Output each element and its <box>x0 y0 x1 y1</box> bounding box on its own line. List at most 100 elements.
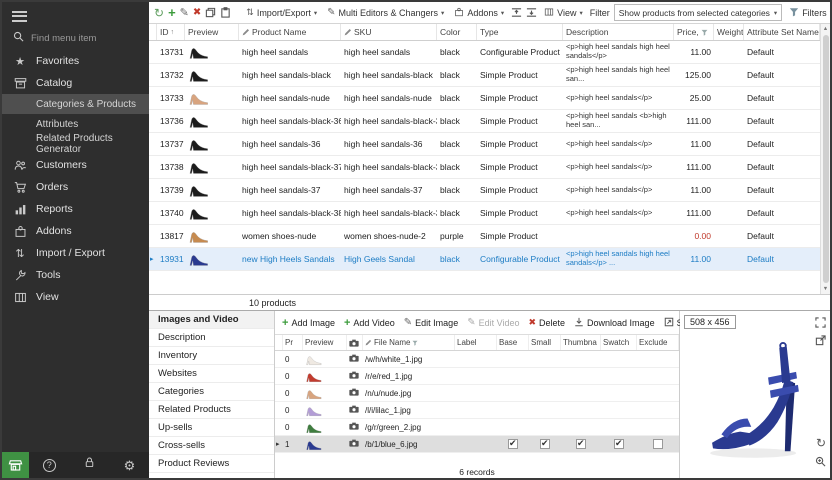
image-row[interactable]: ▸ 0 /g/r/green_2.jpg <box>275 419 679 436</box>
edit-video-button[interactable]: ✎ Edit Video <box>467 317 519 328</box>
sidebar-item-catalog[interactable]: Catalog <box>2 72 149 94</box>
detail-tab[interactable]: Product Reviews <box>149 455 274 473</box>
refresh-icon[interactable]: ↻ <box>154 6 164 20</box>
filters-button[interactable]: Filters ▾ <box>786 6 832 20</box>
detail-tab[interactable]: Description <box>149 329 274 347</box>
detail-tab[interactable]: Images and Video <box>149 311 274 329</box>
swatch-checkbox[interactable] <box>601 439 637 449</box>
detail-tab[interactable]: Related Products <box>149 401 274 419</box>
product-row[interactable]: ▸ 13731 high heel sandals high heel sand… <box>149 41 820 64</box>
header-color[interactable]: Color <box>437 24 477 40</box>
view-button[interactable]: View ▾ <box>541 6 586 20</box>
product-row[interactable]: ▸ 13732 high heel sandals-black high hee… <box>149 64 820 87</box>
header-exclude[interactable]: Exclude <box>637 335 679 350</box>
import-export-button[interactable]: ⇅ Import/Export ▾ <box>243 6 320 19</box>
header-camera[interactable] <box>347 335 363 350</box>
sidebar-search[interactable]: Find menu item <box>2 26 149 50</box>
sidebar-item-categories-products[interactable]: Categories & Products <box>2 94 149 114</box>
header-type[interactable]: Type <box>477 24 563 40</box>
scroll-down-icon[interactable]: ▼ <box>823 284 828 294</box>
rotate-icon[interactable]: ↻ <box>816 436 826 450</box>
edit-icon[interactable]: ✎ <box>180 6 189 19</box>
delete-image-button[interactable]: ✖ Delete <box>528 317 565 328</box>
product-row[interactable]: ▸ 13931 new High Heels Sandals High Geel… <box>149 248 820 271</box>
sidebar-item-favorites[interactable]: ★ Favorites <box>2 50 149 72</box>
image-row[interactable]: ▸ 0 /r/e/red_1.jpg <box>275 368 679 385</box>
image-row[interactable]: ▸ 1 /b/1/blue_6.jpg <box>275 436 679 453</box>
detail-tab[interactable]: Websites <box>149 365 274 383</box>
sidebar-item-orders[interactable]: Orders <box>2 176 149 198</box>
category-filter-select[interactable]: Show products from selected categories ▾ <box>614 4 782 21</box>
store-icon[interactable] <box>2 452 29 478</box>
add-image-button[interactable]: + Add Image <box>282 317 335 329</box>
zoom-icon[interactable] <box>815 454 826 472</box>
edit-image-button[interactable]: ✎ Edit Image <box>404 317 458 328</box>
help-icon[interactable]: ? <box>43 459 56 472</box>
base-checkbox[interactable] <box>497 439 529 449</box>
header-attribute-set[interactable]: Attribute Set Name <box>744 24 820 40</box>
sidebar-item-tools[interactable]: Tools <box>2 264 149 286</box>
copy-icon[interactable] <box>205 7 216 18</box>
header-weight[interactable]: Weight <box>714 24 744 40</box>
sidebar-item-reports[interactable]: Reports <box>2 198 149 220</box>
product-row[interactable]: ▸ 13733 high heel sandals-nude high heel… <box>149 87 820 110</box>
image-row[interactable]: ▸ 0 /n/u/nude.jpg <box>275 385 679 402</box>
product-row[interactable]: ▸ 13736 high heel sandals-black-36 high … <box>149 110 820 133</box>
cell-color: black <box>437 208 477 218</box>
scroll-up-icon[interactable]: ▲ <box>823 24 828 34</box>
product-row[interactable]: ▸ 13738 high heel sandals-black-37 high … <box>149 156 820 179</box>
detail-tab[interactable]: Categories <box>149 383 274 401</box>
exclude-checkbox[interactable] <box>637 439 679 449</box>
product-row[interactable]: ▸ 13737 high heel sandals-36 high heel s… <box>149 133 820 156</box>
header-small[interactable]: Small <box>529 335 561 350</box>
top-toolbar: ↻ + ✎ ✖ ⇅ Import/Export ▾ ✎ Multi Editor… <box>149 2 830 24</box>
sidebar-item-customers[interactable]: Customers <box>2 154 149 176</box>
sidebar-item-attributes[interactable]: Attributes <box>2 114 149 134</box>
header-base[interactable]: Base <box>497 335 529 350</box>
header-sku[interactable]: SKU <box>341 24 437 40</box>
detail-tab[interactable]: Up-sells <box>149 419 274 437</box>
shoe-image <box>188 113 210 129</box>
header-id[interactable]: ID↑ <box>157 24 185 40</box>
menu-icon[interactable] <box>2 2 149 26</box>
multi-editors-button[interactable]: ✎ Multi Editors & Changers ▾ <box>324 6 447 19</box>
image-row[interactable]: ▸ 0 /w/h/white_1.jpg <box>275 351 679 368</box>
image-row[interactable]: ▸ 0 /l/i/lilac_1.jpg <box>275 402 679 419</box>
small-checkbox[interactable] <box>529 439 561 449</box>
sidebar-item-import-export[interactable]: ⇅ Import / Export <box>2 242 149 264</box>
header-price[interactable]: Price, <box>674 24 714 40</box>
paste-icon[interactable] <box>220 7 231 18</box>
header-preview[interactable]: Preview <box>303 335 347 350</box>
lock-icon[interactable] <box>83 456 96 474</box>
header-swatch[interactable]: Swatch <box>601 335 637 350</box>
vertical-scrollbar[interactable]: ▲ ▼ <box>820 24 830 294</box>
expand-all-icon[interactable] <box>511 7 522 18</box>
open-external-icon[interactable] <box>815 333 826 351</box>
header-priority[interactable]: Pr <box>283 335 303 350</box>
product-row[interactable]: ▸ 13817 women shoes-nude women shoes-nud… <box>149 225 820 248</box>
detail-tab[interactable]: Inventory <box>149 347 274 365</box>
header-file-name[interactable]: File Name <box>363 335 455 350</box>
add-video-button[interactable]: + Add Video <box>344 317 395 329</box>
product-row[interactable]: ▸ 13739 high heel sandals-37 high heel s… <box>149 179 820 202</box>
header-description[interactable]: Description <box>563 24 674 40</box>
fullscreen-icon[interactable] <box>815 315 826 333</box>
sidebar-item-addons[interactable]: Addons <box>2 220 149 242</box>
product-row[interactable]: ▸ 13740 high heel sandals-black-38 high … <box>149 202 820 225</box>
gear-icon[interactable]: ⚙ <box>124 459 136 472</box>
header-product-name[interactable]: Product Name <box>239 24 341 40</box>
collapse-all-icon[interactable] <box>526 7 537 18</box>
delete-icon[interactable]: ✖ <box>193 7 201 18</box>
sidebar-item-related-products-generator[interactable]: Related Products Generator <box>2 134 149 154</box>
header-preview[interactable]: Preview <box>185 24 239 40</box>
download-image-button[interactable]: Download Image <box>574 317 655 329</box>
addons-button[interactable]: Addons ▾ <box>451 6 507 20</box>
scrollbar-thumb[interactable] <box>823 35 829 283</box>
header-thumbnail[interactable]: Thumbna <box>561 335 601 350</box>
cell-description: <p>high heel sandals high heel sandals</… <box>563 43 674 61</box>
sidebar-item-view[interactable]: View <box>2 286 149 308</box>
add-product-icon[interactable]: + <box>168 5 176 20</box>
detail-tab[interactable]: Cross-sells <box>149 437 274 455</box>
thumbnail-checkbox[interactable] <box>561 439 601 449</box>
header-label[interactable]: Label <box>455 335 497 350</box>
